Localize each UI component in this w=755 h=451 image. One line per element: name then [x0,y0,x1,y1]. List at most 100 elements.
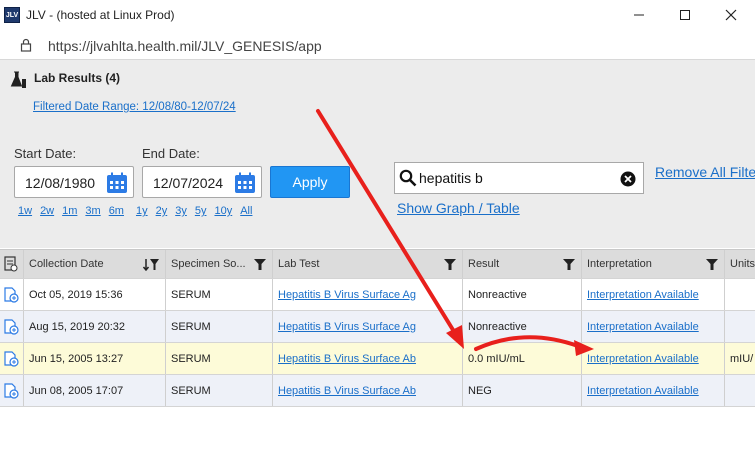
panel-title: Lab Results (4) [34,71,121,85]
end-date-value: 12/07/2024 [153,175,224,191]
table-row[interactable]: Oct 05, 2019 15:36 SERUM Hepatitis B Vir… [0,279,755,311]
header-specimen-source-label: Specimen So... [171,258,246,270]
lab-test-link[interactable]: Hepatitis B Virus Surface Ag [278,321,416,333]
quick-range-2w[interactable]: 2w [40,205,54,217]
minimize-button[interactable] [616,0,662,30]
title-bar: JLV JLV - (hosted at Linux Prod) [0,0,755,30]
quick-range-3y[interactable]: 3y [175,205,187,217]
remove-all-filters-link[interactable]: Remove All Filters [655,164,755,180]
end-date-label: End Date: [142,146,200,161]
quick-range-1y[interactable]: 1y [136,205,148,217]
maximize-icon [680,10,690,20]
header-result-label: Result [468,258,500,270]
end-date-input[interactable]: 12/07/2024 [142,166,262,198]
maximize-button[interactable] [662,0,708,30]
close-window-button[interactable] [708,0,754,30]
quick-range-6m[interactable]: 6m [109,205,124,217]
lab-flask-icon [10,71,28,94]
quick-range-10y[interactable]: 10y [214,205,232,217]
lab-results-panel: Lab Results (4) Filtered Date Range: 12/… [0,60,755,248]
header-lab-test[interactable]: Lab Test [273,250,463,278]
header-specimen-source[interactable]: Specimen So... [166,250,273,278]
cell-specimen: SERUM [166,279,273,310]
row-detail-icon[interactable] [0,279,24,310]
calendar-icon[interactable] [234,172,256,194]
lab-test-link[interactable]: Hepatitis B Virus Surface Ab [278,353,416,365]
table-row-highlighted[interactable]: Jun 15, 2005 13:27 SERUM Hepatitis B Vir… [0,343,755,375]
sort-filter-icon[interactable] [143,258,159,271]
cell-lab-test: Hepatitis B Virus Surface Ab [273,343,463,374]
search-icon [399,169,417,187]
address-bar[interactable]: https://jlvahlta.health.mil/JLV_GENESIS/… [0,30,755,60]
cell-units [725,311,755,342]
cell-units [725,279,755,310]
cell-interpretation: Interpretation Available [582,311,725,342]
cell-units: mIU/ [730,352,754,365]
header-interpretation-label: Interpretation [587,258,652,270]
window-title: JLV - (hosted at Linux Prod) [26,8,175,22]
close-icon [725,9,737,21]
filtered-date-range-link[interactable]: Filtered Date Range: 12/08/80-12/07/24 [33,101,236,113]
cell-interpretation: Interpretation Available [582,343,725,374]
cell-result: 0.0 mIU/mL [463,343,582,374]
header-collection-date-label: Collection Date [29,258,104,270]
details-header-icon[interactable] [0,250,24,278]
quick-range-links: 1w 2w 1m 3m 6m 1y 2y 3y 5y 10y All [18,205,260,217]
lock-icon [20,38,32,57]
minimize-icon [634,14,644,16]
cell-result: Nonreactive [463,311,582,342]
show-graph-table-link[interactable]: Show Graph / Table [397,200,520,216]
url-text[interactable]: https://jlvahlta.health.mil/JLV_GENESIS/… [48,38,322,54]
filter-icon[interactable] [254,258,266,271]
cell-specimen: SERUM [166,375,273,406]
cell-result: Nonreactive [463,279,582,310]
start-date-input[interactable]: 12/08/1980 [14,166,134,198]
clear-search-icon[interactable] [620,171,636,187]
row-detail-icon[interactable] [0,375,24,406]
cell-lab-test: Hepatitis B Virus Surface Ab [273,375,463,406]
interpretation-link[interactable]: Interpretation Available [587,385,699,397]
cell-specimen: SERUM [166,311,273,342]
table-row[interactable]: Jun 08, 2005 17:07 SERUM Hepatitis B Vir… [0,375,755,407]
app-logo: JLV [4,7,20,23]
cell-collection-date: Oct 05, 2019 15:36 [24,279,166,310]
start-date-label: Start Date: [14,146,77,161]
header-interpretation[interactable]: Interpretation [582,250,725,278]
header-units-label: Units [730,258,755,270]
cell-interpretation: Interpretation Available [582,375,725,406]
table-row[interactable]: Aug 15, 2019 20:32 SERUM Hepatitis B Vir… [0,311,755,343]
cell-lab-test: Hepatitis B Virus Surface Ag [273,279,463,310]
cell-units [725,375,755,406]
row-detail-icon[interactable] [0,311,24,342]
search-input[interactable]: hepatitis b [394,162,644,194]
quick-range-1w[interactable]: 1w [18,205,32,217]
filter-icon[interactable] [563,258,575,271]
header-units[interactable]: Units [725,250,755,278]
lab-test-link[interactable]: Hepatitis B Virus Surface Ag [278,289,416,301]
cell-lab-test: Hepatitis B Virus Surface Ag [273,311,463,342]
quick-range-1m[interactable]: 1m [62,205,77,217]
row-detail-icon[interactable] [0,343,24,374]
quick-range-5y[interactable]: 5y [195,205,207,217]
header-collection-date[interactable]: Collection Date [24,250,166,278]
cell-specimen: SERUM [166,343,273,374]
cell-collection-date: Aug 15, 2019 20:32 [24,311,166,342]
cell-result: NEG [463,375,582,406]
lab-test-link[interactable]: Hepatitis B Virus Surface Ab [278,385,416,397]
filter-icon[interactable] [706,258,718,271]
start-date-value: 12/08/1980 [25,175,96,191]
filter-icon[interactable] [444,258,456,271]
cell-collection-date: Jun 08, 2005 17:07 [24,375,166,406]
header-result[interactable]: Result [463,250,582,278]
apply-button[interactable]: Apply [270,166,350,198]
search-value: hepatitis b [419,170,483,186]
quick-range-all[interactable]: All [240,205,252,217]
quick-range-3m[interactable]: 3m [85,205,100,217]
interpretation-link[interactable]: Interpretation Available [587,353,699,365]
quick-range-2y[interactable]: 2y [156,205,168,217]
table-header-row: Collection Date Specimen So... Lab Test … [0,249,755,279]
interpretation-link[interactable]: Interpretation Available [587,321,699,333]
calendar-icon[interactable] [106,172,128,194]
header-lab-test-label: Lab Test [278,258,320,270]
interpretation-link[interactable]: Interpretation Available [587,289,699,301]
